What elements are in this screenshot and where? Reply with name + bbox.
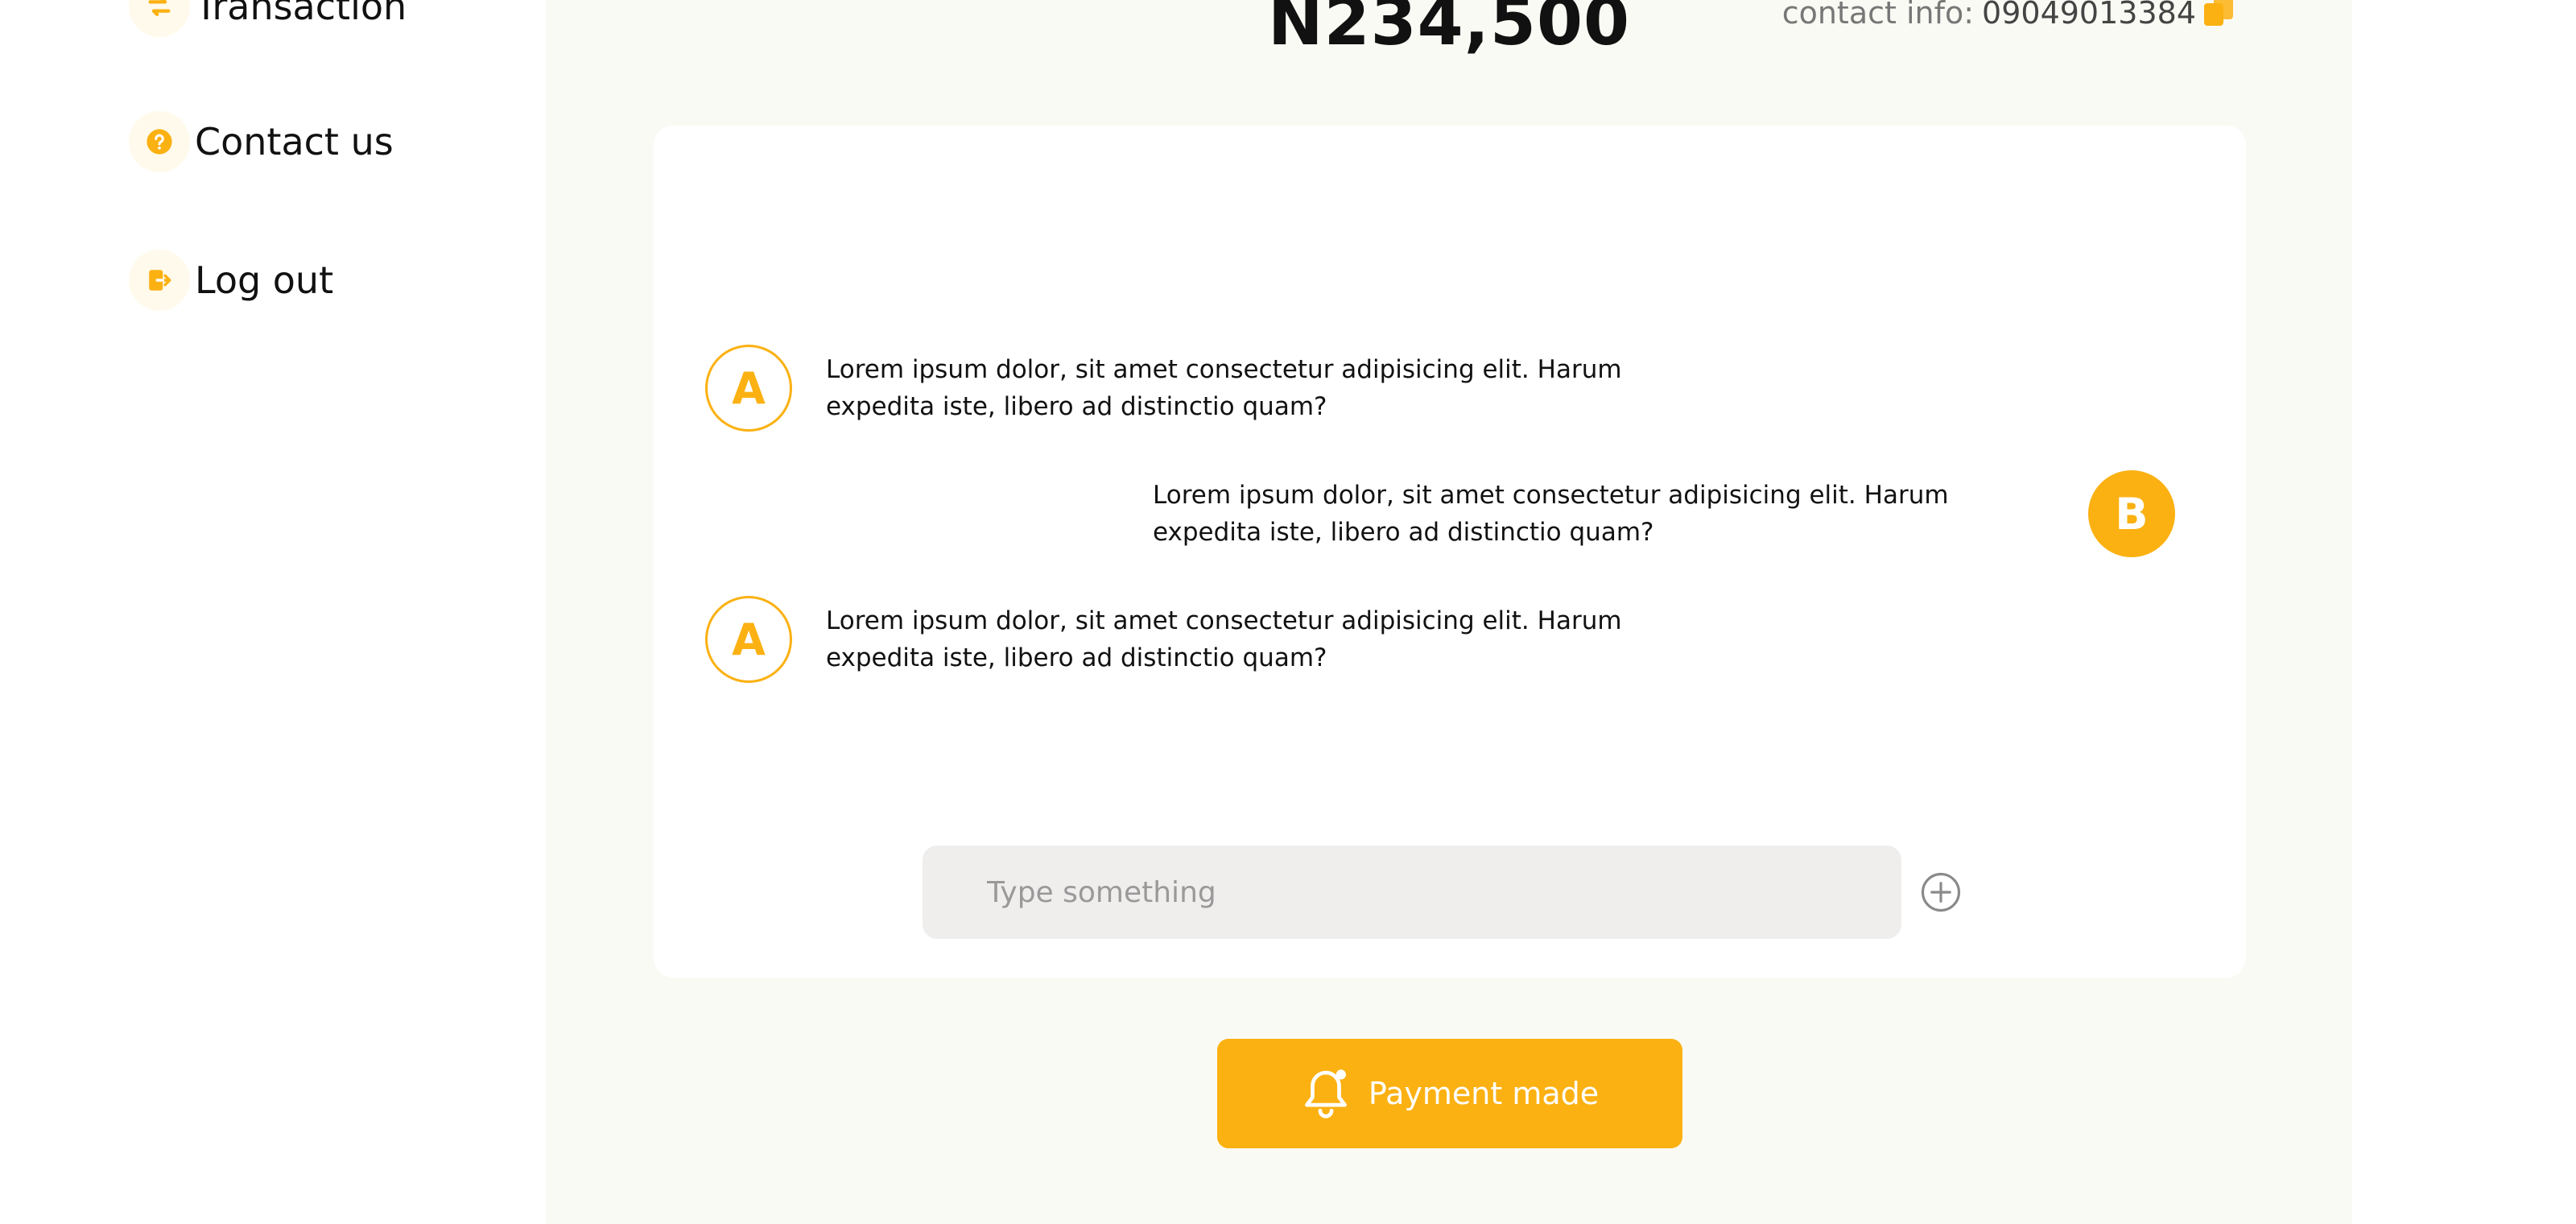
message-composer — [923, 846, 1963, 939]
message-text: Lorem ipsum dolor, sit amet consectetur … — [1153, 481, 1949, 547]
logout-icon — [129, 250, 190, 311]
message-input[interactable] — [923, 846, 1901, 939]
main-panel: N234,500 contact info: 09049013384 A Lor… — [546, 0, 2352, 1224]
contact-number: 09049013384 — [1982, 0, 2196, 31]
add-attachment-button[interactable] — [1919, 870, 1963, 914]
sidebar-item-label: Transaction — [195, 0, 407, 28]
sidebar-item-log-out[interactable]: Log out — [129, 250, 333, 311]
contact-info: contact info: 09049013384 — [1782, 0, 2238, 32]
chat-message: A Lorem ipsum dolor, sit amet consectetu… — [705, 596, 1728, 683]
message-text: Lorem ipsum dolor, sit amet consectetur … — [826, 606, 1622, 672]
copy-icon[interactable] — [2199, 0, 2238, 32]
sidebar-item-transaction[interactable]: Transaction — [129, 0, 407, 37]
payment-made-label: Payment made — [1368, 1076, 1600, 1111]
chat-message: A Lorem ipsum dolor, sit amet consectetu… — [705, 345, 1728, 432]
chat-message: Lorem ipsum dolor, sit amet consectetur … — [1153, 470, 2175, 557]
sidebar-item-contact-us[interactable]: Contact us — [129, 111, 394, 172]
bell-icon — [1301, 1067, 1351, 1120]
sidebar-item-label: Log out — [195, 258, 334, 302]
avatar: A — [705, 596, 792, 683]
plus-circle-icon — [1921, 872, 1961, 912]
sidebar-item-label: Contact us — [195, 120, 394, 163]
swap-arrows-icon — [129, 0, 190, 37]
help-circle-icon — [129, 111, 190, 172]
sidebar: Transaction Contact us Log out — [0, 0, 546, 1224]
contact-label: contact info: — [1781, 0, 1975, 31]
avatar: B — [2088, 470, 2175, 557]
chat-panel: A Lorem ipsum dolor, sit amet consectetu… — [654, 126, 2246, 978]
payment-made-button[interactable]: Payment made — [1217, 1039, 1682, 1148]
avatar: A — [705, 345, 792, 432]
message-text: Lorem ipsum dolor, sit amet consectetur … — [826, 355, 1622, 421]
